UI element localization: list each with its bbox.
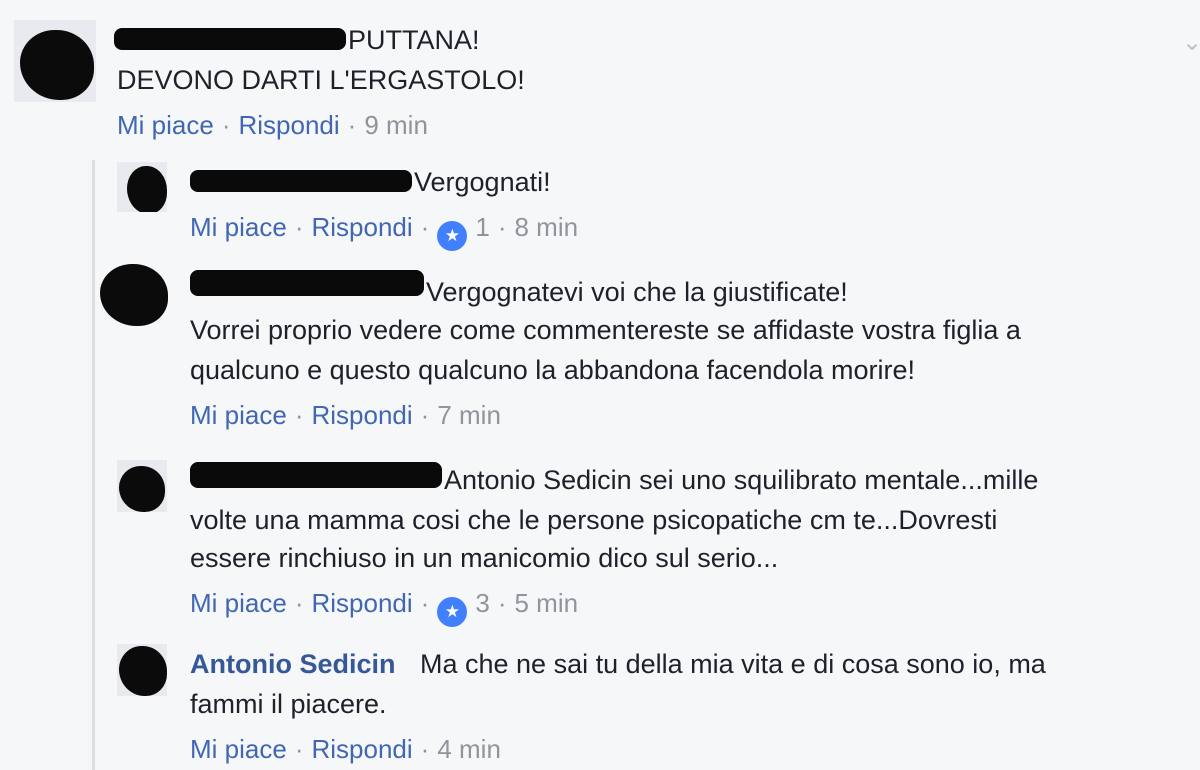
- like-link[interactable]: Mi piace: [190, 588, 287, 618]
- reply-text-line: essere rinchiuso in un manicomio dico su…: [190, 543, 779, 573]
- author-name-redacted: [190, 270, 424, 296]
- reply-link[interactable]: Rispondi: [312, 212, 413, 242]
- reply-avatar[interactable]: [117, 644, 167, 696]
- comment-avatar[interactable]: [14, 20, 96, 102]
- like-count[interactable]: 3: [475, 588, 489, 618]
- author-name-redacted: [114, 28, 346, 50]
- timestamp[interactable]: 7 min: [437, 400, 501, 430]
- reply-text-line: Vorrei proprio vedere come commentereste…: [190, 315, 1021, 345]
- like-link[interactable]: Mi piace: [190, 734, 287, 764]
- reply-text-line: Antonio Sedicin sei uno squilibrato ment…: [444, 465, 1039, 495]
- comment-text-line: PUTTANA!: [348, 25, 480, 55]
- reply-text-line: Ma che ne sai tu della mia vita e di cos…: [420, 649, 1046, 679]
- reply-text-line: volte una mamma cosi che le persone psic…: [190, 505, 998, 535]
- reply-actions: Mi piace · Rispondi · ★ 3 · 5 min: [190, 588, 578, 627]
- like-count[interactable]: 1: [475, 212, 489, 242]
- reply-text-line: Vergognatevi voi che la giustificate!: [426, 277, 848, 307]
- timestamp[interactable]: 4 min: [437, 734, 501, 764]
- author-name-redacted: [190, 170, 412, 192]
- reply-thread-line: [92, 160, 95, 770]
- author-name-redacted: [190, 462, 442, 488]
- thumbs-up-icon[interactable]: ★: [437, 597, 468, 627]
- reply-link[interactable]: Rispondi: [239, 110, 340, 140]
- reply-text-line: Vergognati!: [414, 167, 551, 197]
- like-link[interactable]: Mi piace: [190, 400, 287, 430]
- thumbs-up-icon[interactable]: ★: [437, 221, 468, 251]
- reply-text-line: fammi il piacere.: [190, 689, 387, 719]
- reply-link[interactable]: Rispondi: [312, 588, 413, 618]
- reply-link[interactable]: Rispondi: [312, 400, 413, 430]
- reply-avatar[interactable]: [100, 258, 168, 326]
- like-link[interactable]: Mi piace: [117, 110, 214, 140]
- timestamp[interactable]: 5 min: [514, 588, 578, 618]
- reply-text-line: qualcuno e questo qualcuno la abbandona …: [190, 355, 916, 385]
- reply-link[interactable]: Rispondi: [312, 734, 413, 764]
- reply-actions: Mi piace · Rispondi · 7 min: [190, 400, 501, 430]
- comment-options-chevron[interactable]: ⌄: [1182, 28, 1200, 57]
- reply-actions: Mi piace · Rispondi · ★ 1 · 8 min: [190, 212, 578, 251]
- reply-actions: Mi piace · Rispondi · 4 min: [190, 734, 501, 764]
- like-link[interactable]: Mi piace: [190, 212, 287, 242]
- timestamp[interactable]: 9 min: [364, 110, 428, 140]
- reply-avatar[interactable]: [117, 460, 167, 512]
- reply-author-name[interactable]: Antonio Sedicin: [190, 646, 396, 682]
- timestamp[interactable]: 8 min: [514, 212, 578, 242]
- reply-avatar[interactable]: [117, 162, 167, 212]
- comment-actions: Mi piace · Rispondi · 9 min: [117, 110, 428, 140]
- comment-text-line: DEVONO DARTI L'ERGASTOLO!: [117, 65, 525, 95]
